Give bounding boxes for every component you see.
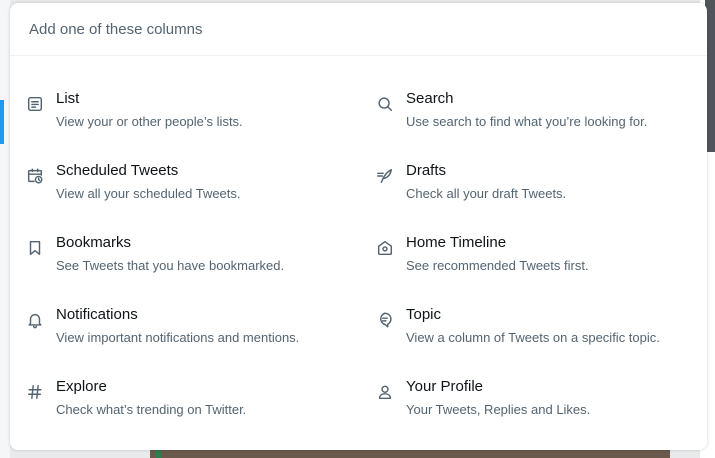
- column-option-drafts[interactable]: Drafts Check all your draft Tweets.: [360, 161, 690, 221]
- column-option-list[interactable]: List View your or other people’s lists.: [10, 89, 340, 149]
- column-option-title: Your Profile: [406, 378, 483, 395]
- background-left-panel: [0, 0, 10, 458]
- modal-header: Add one of these columns: [10, 3, 707, 56]
- column-option-description: View all your scheduled Tweets.: [56, 186, 241, 201]
- background-active-indicator: [0, 100, 4, 144]
- column-option-description: View your or other people’s lists.: [56, 114, 243, 129]
- column-option-description: Check what’s trending on Twitter.: [56, 402, 247, 417]
- column-option-topic[interactable]: Topic View a column of Tweets on a speci…: [360, 305, 690, 365]
- column-option-home-timeline[interactable]: Home Timeline See recommended Tweets fir…: [360, 233, 690, 293]
- column-option-title: Notifications: [56, 306, 138, 323]
- column-option-description: Your Tweets, Replies and Likes.: [406, 402, 591, 417]
- hashtag-icon: [25, 382, 45, 402]
- topic-icon: [375, 310, 395, 330]
- column-option-title: Home Timeline: [406, 234, 507, 251]
- bookmark-icon: [25, 238, 45, 258]
- column-option-notifications[interactable]: Notifications View important notificatio…: [10, 305, 340, 365]
- list-icon: [25, 94, 45, 114]
- column-option-title: Search: [406, 90, 454, 107]
- column-option-title: Topic: [406, 306, 442, 323]
- background-image-accent: [155, 450, 161, 458]
- calendar-clock-icon: [25, 166, 45, 186]
- person-icon: [375, 382, 395, 402]
- column-option-description: View a column of Tweets on a specific to…: [406, 330, 660, 345]
- column-option-your-profile[interactable]: Your Profile Your Tweets, Replies and Li…: [360, 377, 690, 437]
- column-option-description: View important notifications and mention…: [56, 330, 300, 345]
- column-option-title: Bookmarks: [56, 234, 132, 251]
- add-column-modal: Add one of these columns List View your …: [10, 3, 707, 450]
- column-option-scheduled-tweets[interactable]: Scheduled Tweets View all your scheduled…: [10, 161, 340, 221]
- column-option-description: See recommended Tweets first.: [406, 258, 589, 273]
- column-option-explore[interactable]: Explore Check what’s trending on Twitter…: [10, 377, 340, 437]
- column-option-title: List: [56, 90, 80, 107]
- feather-icon: [375, 166, 395, 186]
- modal-title: Add one of these columns: [29, 20, 203, 38]
- column-option-title: Explore: [56, 378, 107, 395]
- column-option-bookmarks[interactable]: Bookmarks See Tweets that you have bookm…: [10, 233, 340, 293]
- bell-icon: [25, 310, 45, 330]
- column-option-description: See Tweets that you have bookmarked.: [56, 258, 285, 273]
- background-image-bottom: [150, 450, 670, 458]
- column-option-description: Use search to find what you’re looking f…: [406, 114, 648, 129]
- column-option-description: Check all your draft Tweets.: [406, 186, 567, 201]
- search-icon: [375, 94, 395, 114]
- column-option-title: Scheduled Tweets: [56, 162, 179, 179]
- home-icon: [375, 238, 395, 258]
- column-option-title: Drafts: [406, 162, 447, 179]
- column-option-search[interactable]: Search Use search to find what you’re lo…: [360, 89, 690, 149]
